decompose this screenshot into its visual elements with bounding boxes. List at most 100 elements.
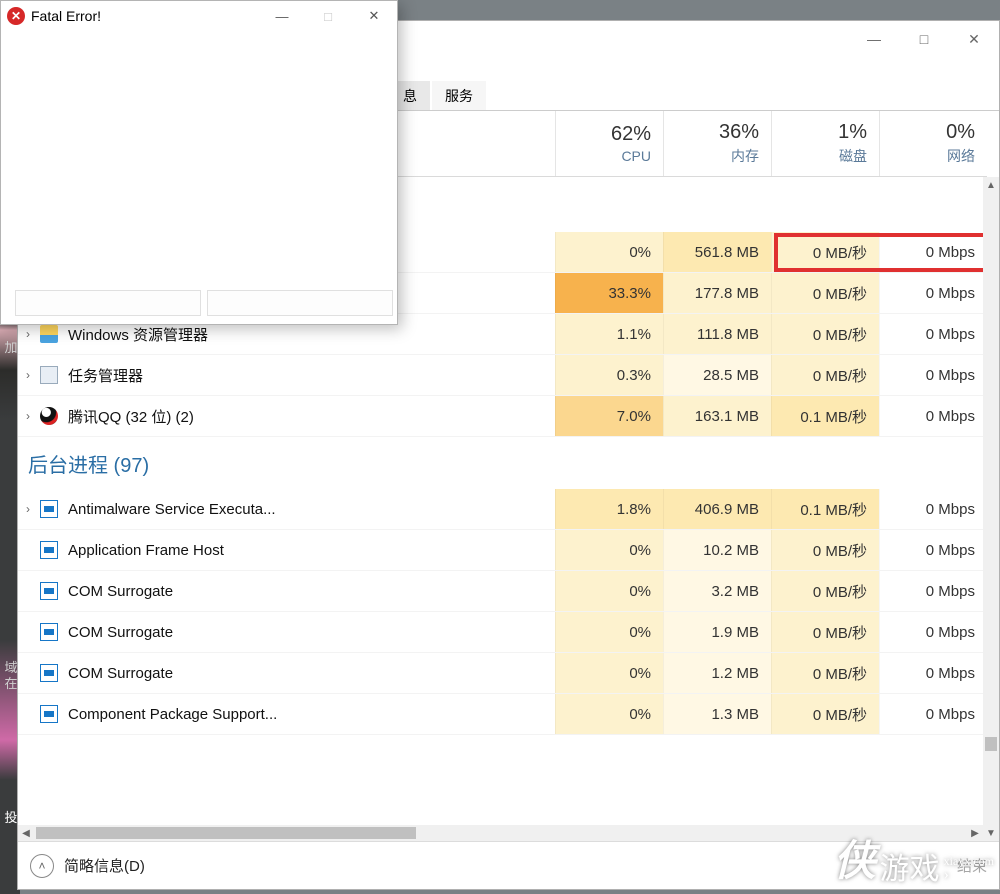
app-icon — [38, 703, 60, 725]
cell-cpu: 0.3% — [555, 355, 663, 395]
process-name: Antimalware Service Executa... — [68, 501, 555, 518]
col-cpu[interactable]: 62% CPU — [555, 111, 663, 176]
cell-network: 0 Mbps — [879, 273, 987, 313]
table-row[interactable]: COM Surrogate0%1.2 MB0 MB/秒0 Mbps — [18, 653, 987, 694]
cell-network: 0 Mbps — [879, 489, 987, 529]
close-button[interactable]: ✕ — [949, 23, 999, 55]
watermark-site: xiayx.com › — [944, 854, 994, 882]
cell-memory: 28.5 MB — [663, 355, 771, 395]
app-icon — [38, 405, 60, 427]
cell-memory: 3.2 MB — [663, 571, 771, 611]
vertical-scrollbar[interactable]: ▲ ▼ — [983, 177, 999, 841]
cell-disk: 0 MB/秒 — [771, 612, 879, 652]
app-icon — [38, 498, 60, 520]
app-icon — [38, 662, 60, 684]
group-background-processes: 后台进程 (97) — [18, 437, 987, 489]
scroll-left-icon[interactable]: ◀ — [18, 825, 34, 841]
scroll-up-icon[interactable]: ▲ — [983, 177, 999, 193]
dialog-button-1[interactable] — [15, 290, 201, 316]
process-name: COM Surrogate — [68, 624, 555, 641]
cell-network: 0 Mbps — [879, 396, 987, 436]
cell-disk: 0 MB/秒 — [771, 530, 879, 570]
cell-cpu: 7.0% — [555, 396, 663, 436]
dialog-title: Fatal Error! — [31, 8, 259, 24]
process-name: 任务管理器 — [68, 365, 555, 386]
process-name: Windows 资源管理器 — [68, 324, 555, 345]
cell-memory: 1.2 MB — [663, 653, 771, 693]
table-row[interactable]: COM Surrogate0%3.2 MB0 MB/秒0 Mbps — [18, 571, 987, 612]
table-row[interactable]: › 任务管理器0.3%28.5 MB0 MB/秒0 Mbps — [18, 355, 987, 396]
cell-cpu: 0% — [555, 232, 663, 272]
cell-disk: 0 MB/秒 — [771, 355, 879, 395]
cell-disk: 0 MB/秒 — [771, 653, 879, 693]
col-disk[interactable]: 1% 磁盘 — [771, 111, 879, 176]
col-memory[interactable]: 36% 内存 — [663, 111, 771, 176]
cell-network: 0 Mbps — [879, 355, 987, 395]
cell-cpu: 1.1% — [555, 314, 663, 354]
table-row[interactable]: › 腾讯QQ (32 位) (2)7.0%163.1 MB0.1 MB/秒0 Mb… — [18, 396, 987, 437]
fatal-error-dialog: ✕ Fatal Error! — □ ✕ — [0, 0, 398, 325]
cell-memory: 406.9 MB — [663, 489, 771, 529]
chevron-up-icon[interactable]: ˄ — [30, 854, 54, 878]
cell-cpu: 0% — [555, 694, 663, 734]
dialog-titlebar[interactable]: ✕ Fatal Error! — □ ✕ — [1, 1, 397, 31]
chevron-right-icon: › — [944, 868, 994, 882]
cell-network: 0 Mbps — [879, 694, 987, 734]
dialog-button-row — [1, 290, 397, 324]
cell-memory: 10.2 MB — [663, 530, 771, 570]
cell-memory: 111.8 MB — [663, 314, 771, 354]
cell-memory: 177.8 MB — [663, 273, 771, 313]
app-icon — [38, 580, 60, 602]
cell-memory: 561.8 MB — [663, 232, 771, 272]
cell-memory: 1.3 MB — [663, 694, 771, 734]
cell-disk: 0 MB/秒 — [771, 314, 879, 354]
cell-cpu: 0% — [555, 653, 663, 693]
process-name: COM Surrogate — [68, 665, 555, 682]
expand-toggle[interactable]: › — [18, 368, 38, 382]
minimize-button[interactable]: — — [259, 2, 305, 30]
cell-cpu: 33.3% — [555, 273, 663, 313]
app-icon — [38, 364, 60, 386]
maximize-button[interactable]: □ — [899, 23, 949, 55]
expand-toggle[interactable]: › — [18, 327, 38, 341]
expand-toggle[interactable]: › — [18, 409, 38, 423]
cell-disk: 0 MB/秒 — [771, 571, 879, 611]
cell-cpu: 0% — [555, 571, 663, 611]
cell-disk: 0.1 MB/秒 — [771, 489, 879, 529]
cell-disk: 0 MB/秒 — [771, 694, 879, 734]
process-name: 腾讯QQ (32 位) (2) — [68, 406, 555, 427]
process-name: Application Frame Host — [68, 542, 555, 559]
watermark-logo: 侠 游戏 xiayx.com › — [834, 827, 994, 888]
close-button[interactable]: ✕ — [351, 2, 397, 30]
cell-disk: 0.1 MB/秒 — [771, 396, 879, 436]
dialog-button-2[interactable] — [207, 290, 393, 316]
table-row[interactable]: Component Package Support...0%1.3 MB0 MB… — [18, 694, 987, 735]
table-row[interactable]: Application Frame Host0%10.2 MB0 MB/秒0 M… — [18, 530, 987, 571]
watermark-sub: 游戏 — [880, 844, 940, 888]
app-icon — [38, 621, 60, 643]
tab-services[interactable]: 服务 — [432, 81, 486, 110]
cell-memory: 163.1 MB — [663, 396, 771, 436]
cell-network: 0 Mbps — [879, 530, 987, 570]
process-name: COM Surrogate — [68, 583, 555, 600]
cell-disk: 0 MB/秒 — [771, 273, 879, 313]
brief-info-button[interactable]: 简略信息(D) — [64, 855, 145, 876]
app-icon — [38, 323, 60, 345]
minimize-button[interactable]: — — [849, 23, 899, 55]
cell-network: 0 Mbps — [879, 612, 987, 652]
cell-cpu: 1.8% — [555, 489, 663, 529]
cell-memory: 1.9 MB — [663, 612, 771, 652]
app-icon — [38, 539, 60, 561]
scroll-thumb[interactable] — [985, 737, 997, 751]
expand-toggle[interactable]: › — [18, 502, 38, 516]
cell-network: 0 Mbps — [879, 314, 987, 354]
cell-network: 0 Mbps — [879, 653, 987, 693]
col-network[interactable]: 0% 网络 — [879, 111, 987, 176]
watermark-brand: 侠 — [834, 827, 876, 888]
process-name: Component Package Support... — [68, 706, 555, 723]
table-row[interactable]: › Antimalware Service Executa...1.8%406.9… — [18, 489, 987, 530]
table-row[interactable]: COM Surrogate0%1.9 MB0 MB/秒0 Mbps — [18, 612, 987, 653]
scroll-thumb[interactable] — [36, 827, 416, 839]
cell-network: 0 Mbps — [879, 232, 987, 272]
cell-network: 0 Mbps — [879, 571, 987, 611]
